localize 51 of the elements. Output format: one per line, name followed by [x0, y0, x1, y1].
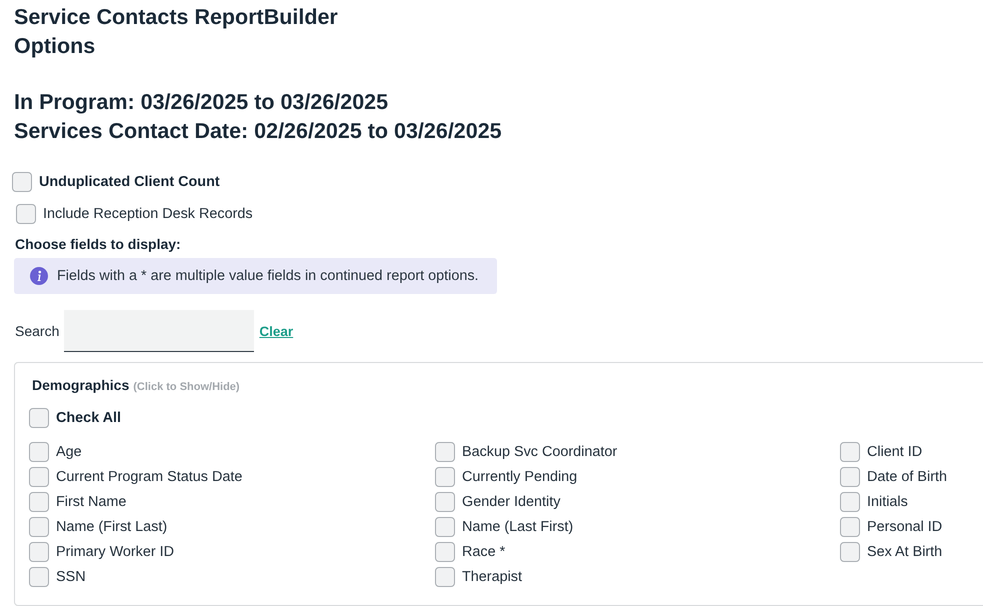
date-range-heading: In Program: 03/26/2025 to 03/26/2025 — [14, 89, 388, 116]
checkbox-label: Current Program Status Date — [56, 468, 242, 486]
checkbox-label: Sex At Birth — [867, 543, 942, 561]
search-label: Search — [15, 323, 60, 339]
checkbox-label: Date of Birth — [867, 468, 947, 486]
checkbox[interactable] — [435, 517, 455, 537]
checkbox-label: Client ID — [867, 443, 922, 461]
checkbox[interactable] — [29, 567, 49, 587]
info-icon — [30, 267, 48, 285]
checkbox[interactable] — [29, 542, 49, 562]
checkbox[interactable] — [840, 517, 860, 537]
checkbox-label: Name (First Last) — [56, 518, 168, 536]
checkbox-label: Check All — [56, 409, 122, 427]
checkbox-label: Age — [56, 443, 82, 461]
checkbox-label: Include Reception Desk Records — [43, 205, 253, 223]
checkbox-label: Therapist — [462, 568, 522, 586]
search-field[interactable] — [64, 310, 254, 352]
checkbox[interactable] — [435, 442, 455, 462]
checkbox[interactable] — [12, 172, 32, 192]
checkbox-label: Personal ID — [867, 518, 942, 536]
checkbox[interactable] — [435, 567, 455, 587]
checkbox[interactable] — [16, 204, 36, 224]
checkbox[interactable] — [29, 408, 49, 428]
checkbox-label: Unduplicated Client Count — [39, 173, 220, 191]
checkbox[interactable] — [840, 442, 860, 462]
section-title[interactable]: Demographics — [32, 377, 130, 393]
checkbox[interactable] — [29, 467, 49, 487]
page-title: Service Contacts ReportBuilder — [14, 4, 338, 31]
checkbox[interactable] — [840, 467, 860, 487]
checkbox[interactable] — [435, 467, 455, 487]
checkbox-label: Primary Worker ID — [56, 543, 174, 561]
checkbox-label: Initials — [867, 493, 908, 511]
checkbox[interactable] — [29, 517, 49, 537]
checkbox-label: Backup Svc Coordinator — [462, 443, 618, 461]
checkbox[interactable] — [29, 492, 49, 512]
checkbox-label: First Name — [56, 493, 126, 511]
page-title: Options — [14, 33, 96, 60]
section-label: Choose fields to display: — [15, 236, 181, 252]
checkbox-label: Name (Last First) — [462, 518, 574, 536]
checkbox[interactable] — [840, 492, 860, 512]
checkbox[interactable] — [29, 442, 49, 462]
checkbox[interactable] — [435, 542, 455, 562]
checkbox-label: Race * — [462, 543, 506, 561]
checkbox[interactable] — [840, 542, 860, 562]
show-hide-hint: (Click to Show/Hide) — [133, 381, 240, 393]
date-range-heading: Services Contact Date: 02/26/2025 to 03/26/2025 — [14, 118, 502, 145]
checkbox-label: Gender Identity — [462, 493, 560, 511]
checkbox[interactable] — [435, 492, 455, 512]
checkbox-label: SSN — [56, 568, 86, 586]
checkbox-label: Currently Pending — [462, 468, 578, 486]
info-text: Fields with a * are multiple value fields in continued report options. — [57, 268, 479, 284]
